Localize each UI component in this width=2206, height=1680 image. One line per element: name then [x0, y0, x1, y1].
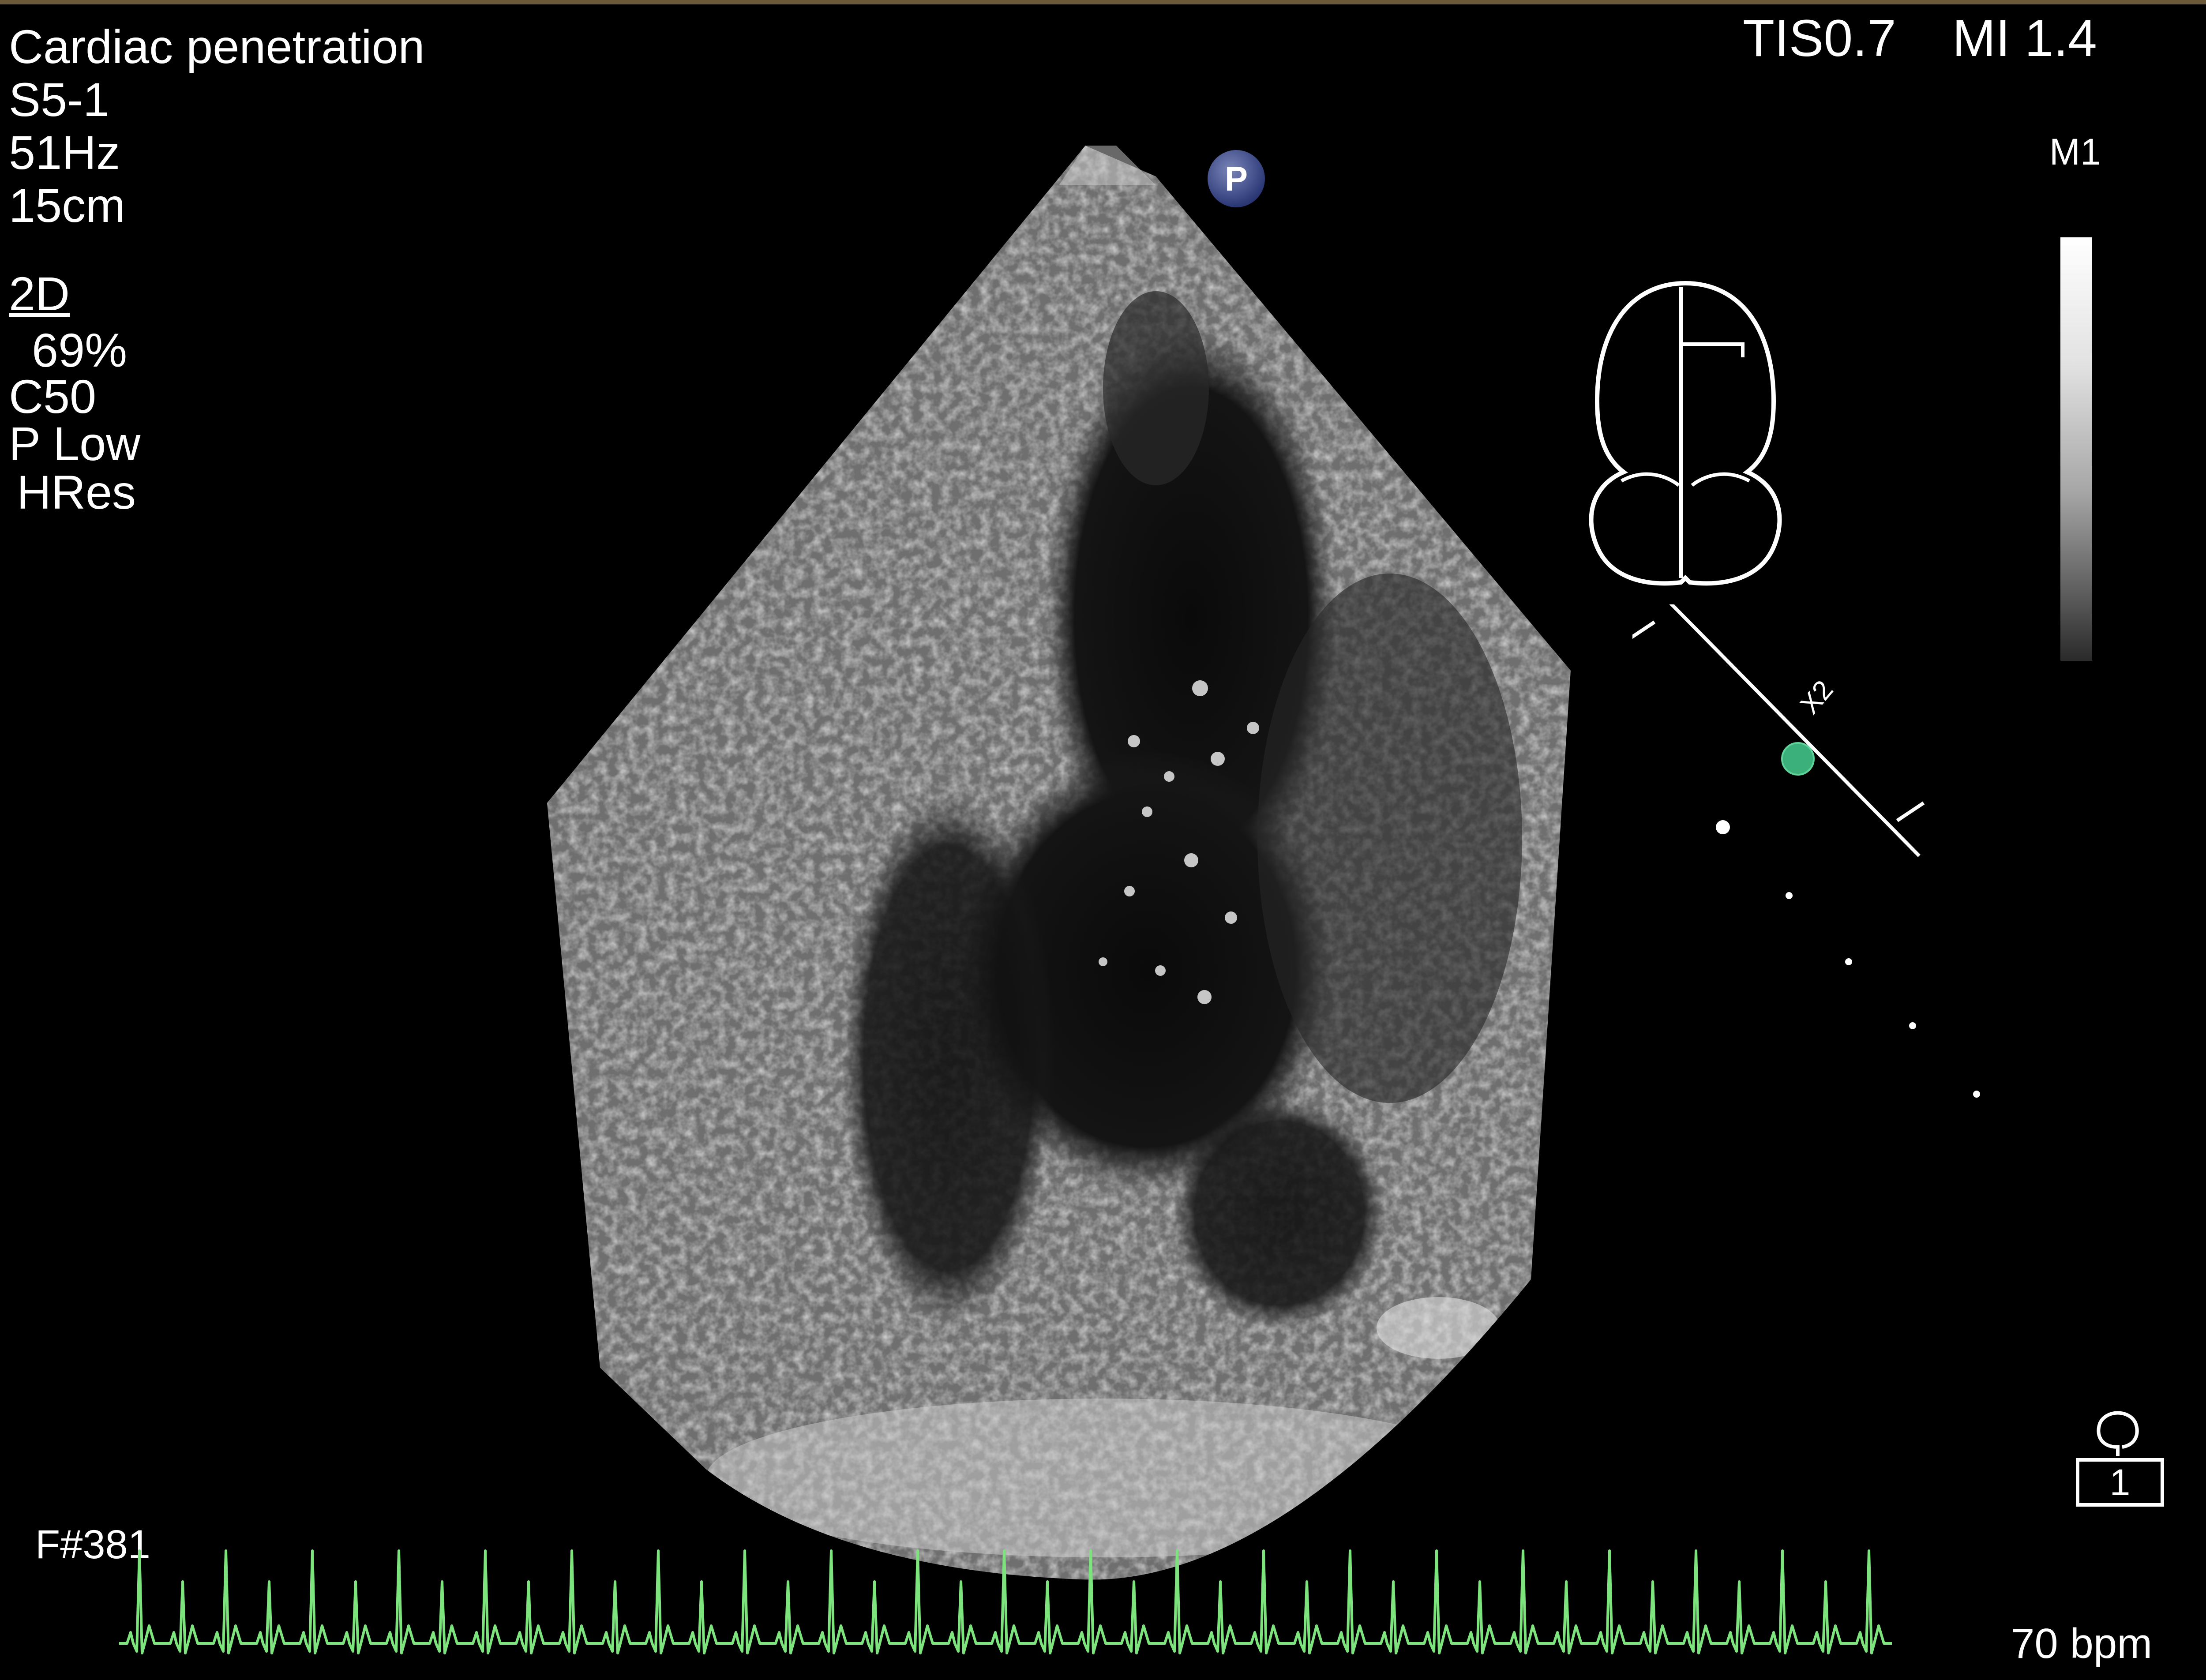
ecg-trace — [119, 1549, 1892, 1654]
heart-rate: 70 bpm — [2011, 1620, 2153, 1667]
ultrasound-screen: Cardiac penetration S5-1 51Hz 15cm 2D 69… — [0, 0, 2206, 1680]
